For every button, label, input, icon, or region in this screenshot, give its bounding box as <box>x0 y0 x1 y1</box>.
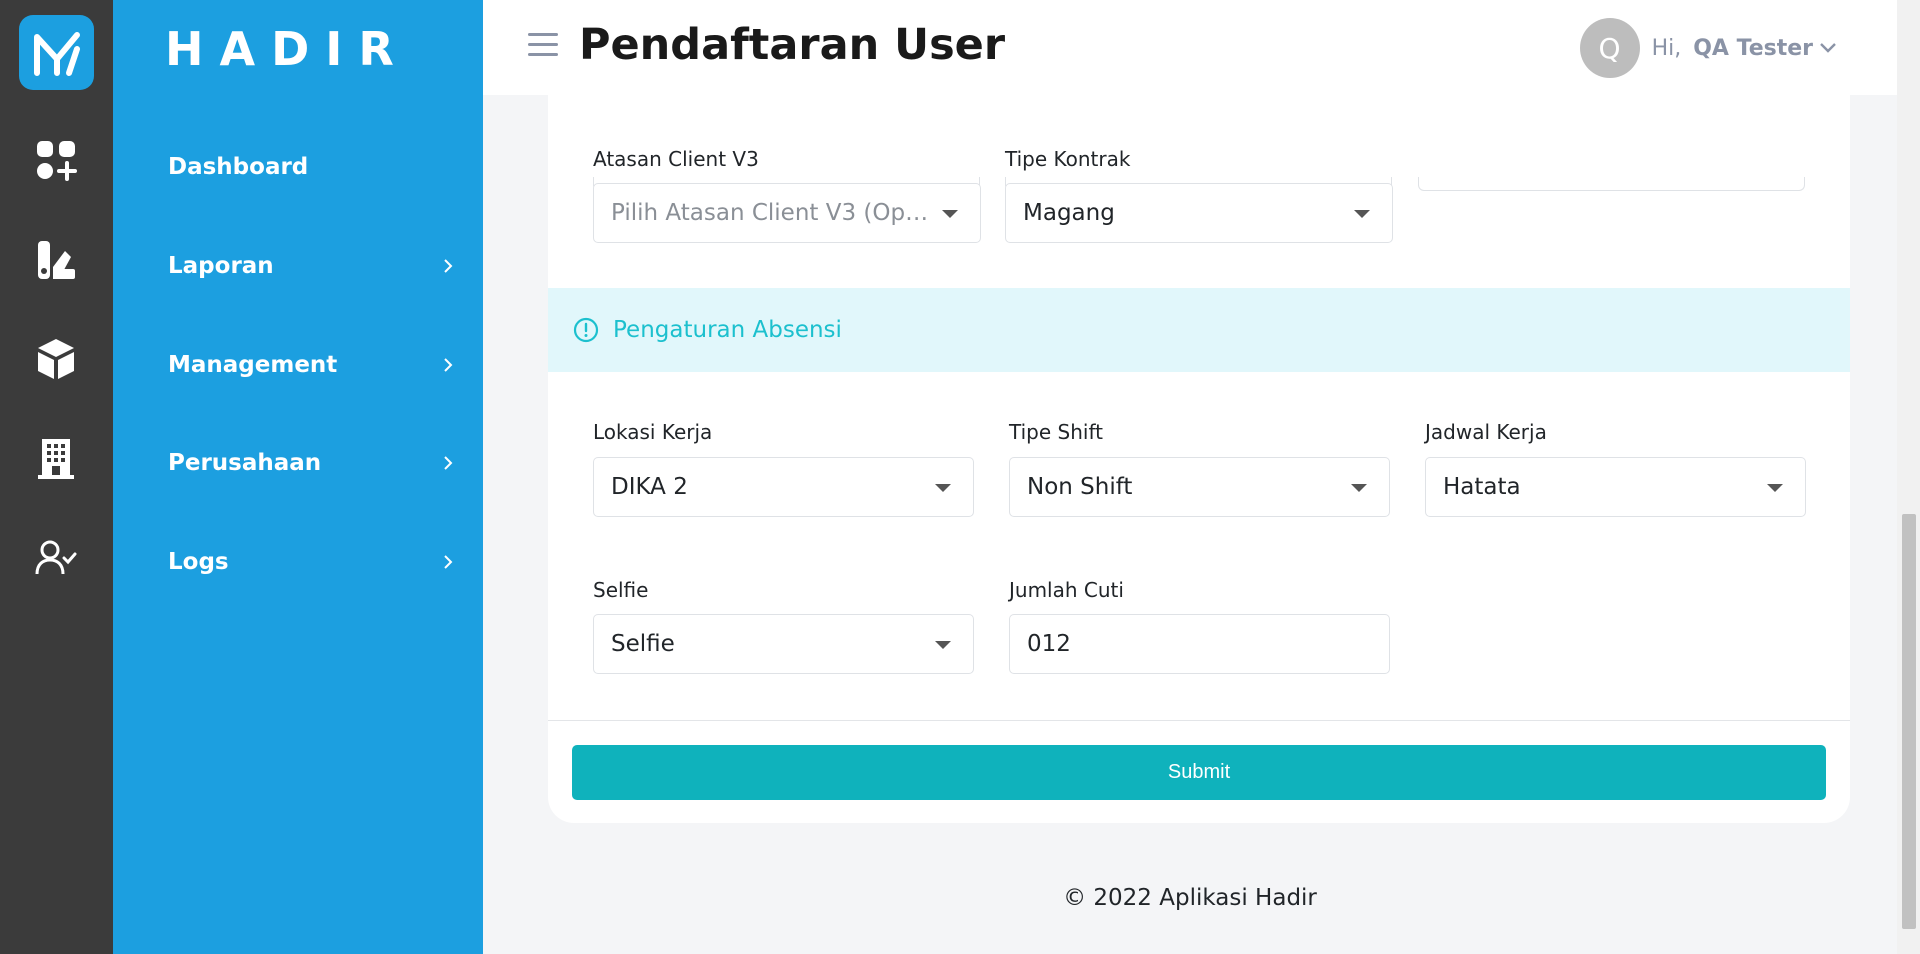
selfie-value: Selfie <box>611 631 675 657</box>
lokasi-kerja-label: Lokasi Kerja <box>593 420 713 444</box>
lokasi-kerja-value: DIKA 2 <box>611 474 688 500</box>
dashboard-apps-icon[interactable] <box>34 138 78 182</box>
caret-down-icon <box>1351 484 1367 492</box>
caret-down-icon <box>935 484 951 492</box>
brand-logo-text[interactable]: HADIR <box>165 22 410 76</box>
sidebar-item-label: Logs <box>168 549 229 575</box>
atasan-client-select[interactable]: Pilih Atasan Client V3 (Opt... <box>593 183 981 243</box>
tipe-shift-select[interactable]: Non Shift <box>1009 457 1390 517</box>
sidebar-item-management[interactable]: Management <box>168 340 458 390</box>
user-menu[interactable]: Q Hi, QA Tester <box>1579 18 1837 78</box>
scrollbar-thumb[interactable] <box>1902 514 1916 929</box>
box-icon[interactable] <box>34 337 78 381</box>
jadwal-kerja-value: Hatata <box>1443 474 1521 500</box>
sidebar-item-logs[interactable]: Logs <box>168 537 458 587</box>
section-header-pengaturan-absensi: Pengaturan Absensi <box>548 288 1850 372</box>
hamburger-menu-icon[interactable] <box>528 33 560 59</box>
atasan-client-placeholder: Pilih Atasan Client V3 (Opt... <box>611 200 937 226</box>
user-name-dropdown[interactable]: QA Tester <box>1693 36 1837 61</box>
caret-down-icon <box>1767 484 1783 492</box>
icon-rail <box>0 0 113 954</box>
caret-down-icon <box>942 210 958 218</box>
sidebar-item-label: Laporan <box>168 253 274 279</box>
caret-down-icon <box>935 641 951 649</box>
user-check-icon[interactable] <box>34 536 78 580</box>
report-icon[interactable] <box>34 238 78 282</box>
chevron-down-icon <box>1820 43 1836 53</box>
atasan-client-label: Atasan Client V3 <box>593 147 759 171</box>
chevron-right-icon <box>438 256 458 276</box>
jumlah-cuti-label: Jumlah Cuti <box>1009 578 1124 602</box>
sidebar-item-label: Perusahaan <box>168 450 322 476</box>
sidebar-item-laporan[interactable]: Laporan <box>168 241 458 291</box>
page-title: Pendaftaran User <box>579 20 1006 70</box>
chevron-right-icon <box>438 355 458 375</box>
info-circle-icon <box>573 317 599 343</box>
section-title: Pengaturan Absensi <box>613 317 842 343</box>
page-scrollbar[interactable] <box>1897 0 1920 954</box>
jumlah-cuti-value: 012 <box>1027 631 1071 657</box>
logo-icon[interactable] <box>19 15 94 90</box>
avatar[interactable]: Q <box>1579 18 1640 78</box>
chevron-right-icon <box>438 552 458 572</box>
submit-button[interactable]: Submit <box>572 745 1826 800</box>
jumlah-cuti-input[interactable]: 012 <box>1009 614 1390 674</box>
top-header: Pendaftaran User Q Hi, QA Tester <box>483 0 1897 95</box>
greeting-text: Hi, <box>1651 35 1682 61</box>
sidebar-item-dashboard[interactable]: Dashboard <box>168 142 458 192</box>
user-name: QA Tester <box>1693 35 1813 61</box>
jadwal-kerja-label: Jadwal Kerja <box>1425 420 1547 444</box>
tipe-shift-value: Non Shift <box>1027 474 1133 500</box>
caret-down-icon <box>1354 210 1370 218</box>
selfie-select[interactable]: Selfie <box>593 614 974 674</box>
form-field-partial[interactable] <box>1418 177 1805 191</box>
tipe-shift-label: Tipe Shift <box>1009 420 1103 444</box>
jadwal-kerja-select[interactable]: Hatata <box>1425 457 1806 517</box>
footer-copyright: © 2022 Aplikasi Hadir <box>1063 885 1317 911</box>
chevron-right-icon <box>438 453 458 473</box>
sidebar-item-label: Dashboard <box>168 154 309 180</box>
form-card: Atasan Client V3 Pilih Atasan Client V3 … <box>548 95 1850 823</box>
sidebar-item-label: Management <box>168 352 338 378</box>
form-divider <box>548 720 1850 721</box>
selfie-label: Selfie <box>593 578 649 602</box>
lokasi-kerja-select[interactable]: DIKA 2 <box>593 457 974 517</box>
building-icon[interactable] <box>34 436 78 480</box>
tipe-kontrak-select[interactable]: Magang <box>1005 183 1393 243</box>
tipe-kontrak-value: Magang <box>1023 200 1115 226</box>
sidebar: HADIR Dashboard Laporan Management Perus… <box>113 0 483 954</box>
tipe-kontrak-label: Tipe Kontrak <box>1005 147 1131 171</box>
sidebar-item-perusahaan[interactable]: Perusahaan <box>168 438 458 488</box>
